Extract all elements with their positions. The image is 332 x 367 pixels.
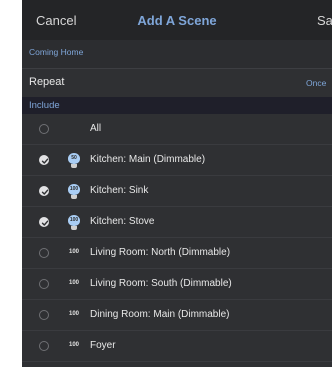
light-label: Kitchen: Sink — [90, 185, 149, 196]
light-row[interactable]: 100 Dining Room: Main (Dimmable) — [22, 300, 332, 331]
bulb-base — [71, 226, 77, 230]
add-scene-screen: Cancel Add A Scene Save Coming Home Repe… — [22, 0, 332, 367]
bulb-level: 100 — [68, 215, 80, 226]
bulb-level: 100 — [68, 310, 79, 317]
light-row[interactable]: 100 Kitchen: Stove — [22, 207, 332, 238]
scene-name-value: Coming Home — [29, 47, 84, 57]
unchecked-radio[interactable] — [39, 341, 49, 351]
bulb-base — [71, 164, 77, 168]
light-row[interactable]: 100 Foyer — [22, 331, 332, 362]
bulb-level: 100 — [68, 248, 79, 255]
light-label: Dining Room: Main (Dimmable) — [90, 309, 230, 320]
select-all-row[interactable]: All — [22, 114, 332, 145]
lightbulb-icon: 100 — [67, 308, 81, 324]
lightbulb-icon: 100 — [67, 184, 81, 200]
repeat-label: Repeat — [29, 76, 65, 88]
include-section-header: Include — [22, 97, 332, 114]
save-button[interactable]: Save — [317, 13, 332, 28]
light-row[interactable]: 100 Kitchen: Sink — [22, 176, 332, 207]
lightbulb-icon: 100 — [67, 339, 81, 355]
checkmark-icon — [41, 220, 49, 226]
bulb-level: 100 — [68, 341, 79, 348]
lightbulb-icon: 100 — [67, 277, 81, 293]
light-list: All 50 Kitchen: Main (Dimmable) 100 Kitchen… — [22, 114, 332, 362]
navigation-bar: Cancel Add A Scene Save — [22, 0, 332, 40]
bulb-level: 100 — [68, 184, 80, 195]
bulb-level: 100 — [68, 279, 79, 286]
light-row[interactable]: 100 Living Room: North (Dimmable) — [22, 238, 332, 269]
checked-radio[interactable] — [39, 186, 49, 196]
bulb-level: 50 — [68, 153, 80, 164]
section-label: Include — [29, 100, 60, 111]
bulb-base — [71, 195, 77, 199]
scene-name-field[interactable]: Coming Home — [22, 40, 332, 69]
repeat-value: Once — [306, 78, 327, 88]
light-row[interactable]: 50 Kitchen: Main (Dimmable) — [22, 145, 332, 176]
light-label: Kitchen: Main (Dimmable) — [90, 154, 206, 165]
light-label: Foyer — [90, 340, 116, 351]
checkmark-icon — [41, 189, 49, 195]
light-row[interactable]: 100 Living Room: South (Dimmable) — [22, 269, 332, 300]
unchecked-radio[interactable] — [39, 310, 49, 320]
unchecked-radio[interactable] — [39, 248, 49, 258]
page-title: Add A Scene — [137, 13, 217, 28]
checked-radio[interactable] — [39, 217, 49, 227]
light-label: Kitchen: Stove — [90, 216, 155, 227]
select-all-radio[interactable] — [39, 124, 49, 134]
checked-radio[interactable] — [39, 155, 49, 165]
unchecked-radio[interactable] — [39, 279, 49, 289]
lightbulb-icon: 50 — [67, 153, 81, 169]
lightbulb-icon: 100 — [67, 215, 81, 231]
checkmark-icon — [41, 158, 49, 164]
select-all-label: All — [90, 123, 102, 134]
repeat-row[interactable]: Repeat Once — [22, 69, 332, 97]
light-label: Living Room: South (Dimmable) — [90, 278, 232, 289]
lightbulb-icon: 100 — [67, 246, 81, 262]
light-label: Living Room: North (Dimmable) — [90, 247, 231, 258]
